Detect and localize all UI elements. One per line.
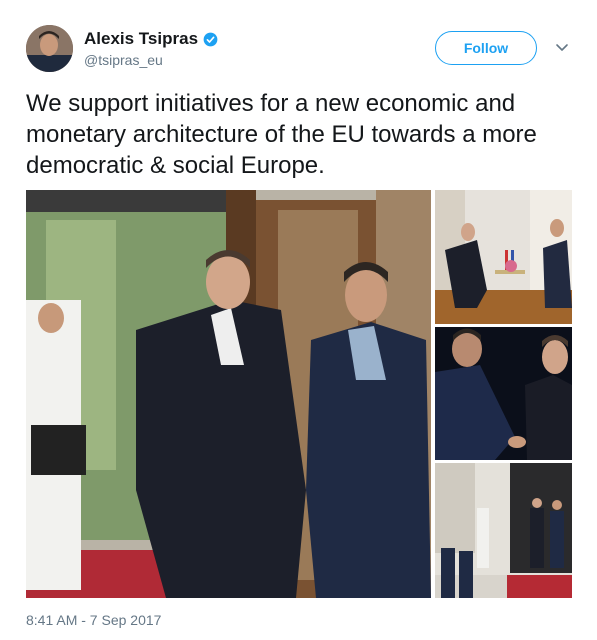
author-name-row[interactable]: Alexis Tsipras bbox=[84, 29, 218, 49]
tweet-timestamp[interactable]: 8:41 AM - 7 Sep 2017 bbox=[26, 612, 161, 628]
photo-honor-guard bbox=[435, 463, 572, 598]
verified-badge-icon bbox=[203, 32, 218, 46]
photo-handshake bbox=[435, 327, 572, 460]
follow-button[interactable]: Follow bbox=[435, 31, 537, 65]
author-avatar[interactable] bbox=[26, 25, 73, 72]
tweet-photo-meeting[interactable] bbox=[435, 190, 572, 324]
tweet-media-grid bbox=[26, 190, 572, 598]
tweet-photo-handshake[interactable] bbox=[435, 327, 572, 460]
author-display-name[interactable]: Alexis Tsipras bbox=[84, 29, 198, 49]
tweet-photo-main[interactable] bbox=[26, 190, 431, 598]
photo-seated-meeting bbox=[435, 190, 572, 324]
author-handle[interactable]: @tsipras_eu bbox=[84, 52, 163, 68]
tweet-text: We support initiatives for a new economi… bbox=[26, 90, 537, 179]
photo-leaders-doorway bbox=[26, 190, 431, 598]
avatar-photo bbox=[26, 25, 73, 72]
tweet-photo-honor-guard[interactable] bbox=[435, 463, 572, 598]
chevron-down-icon[interactable] bbox=[555, 40, 569, 54]
